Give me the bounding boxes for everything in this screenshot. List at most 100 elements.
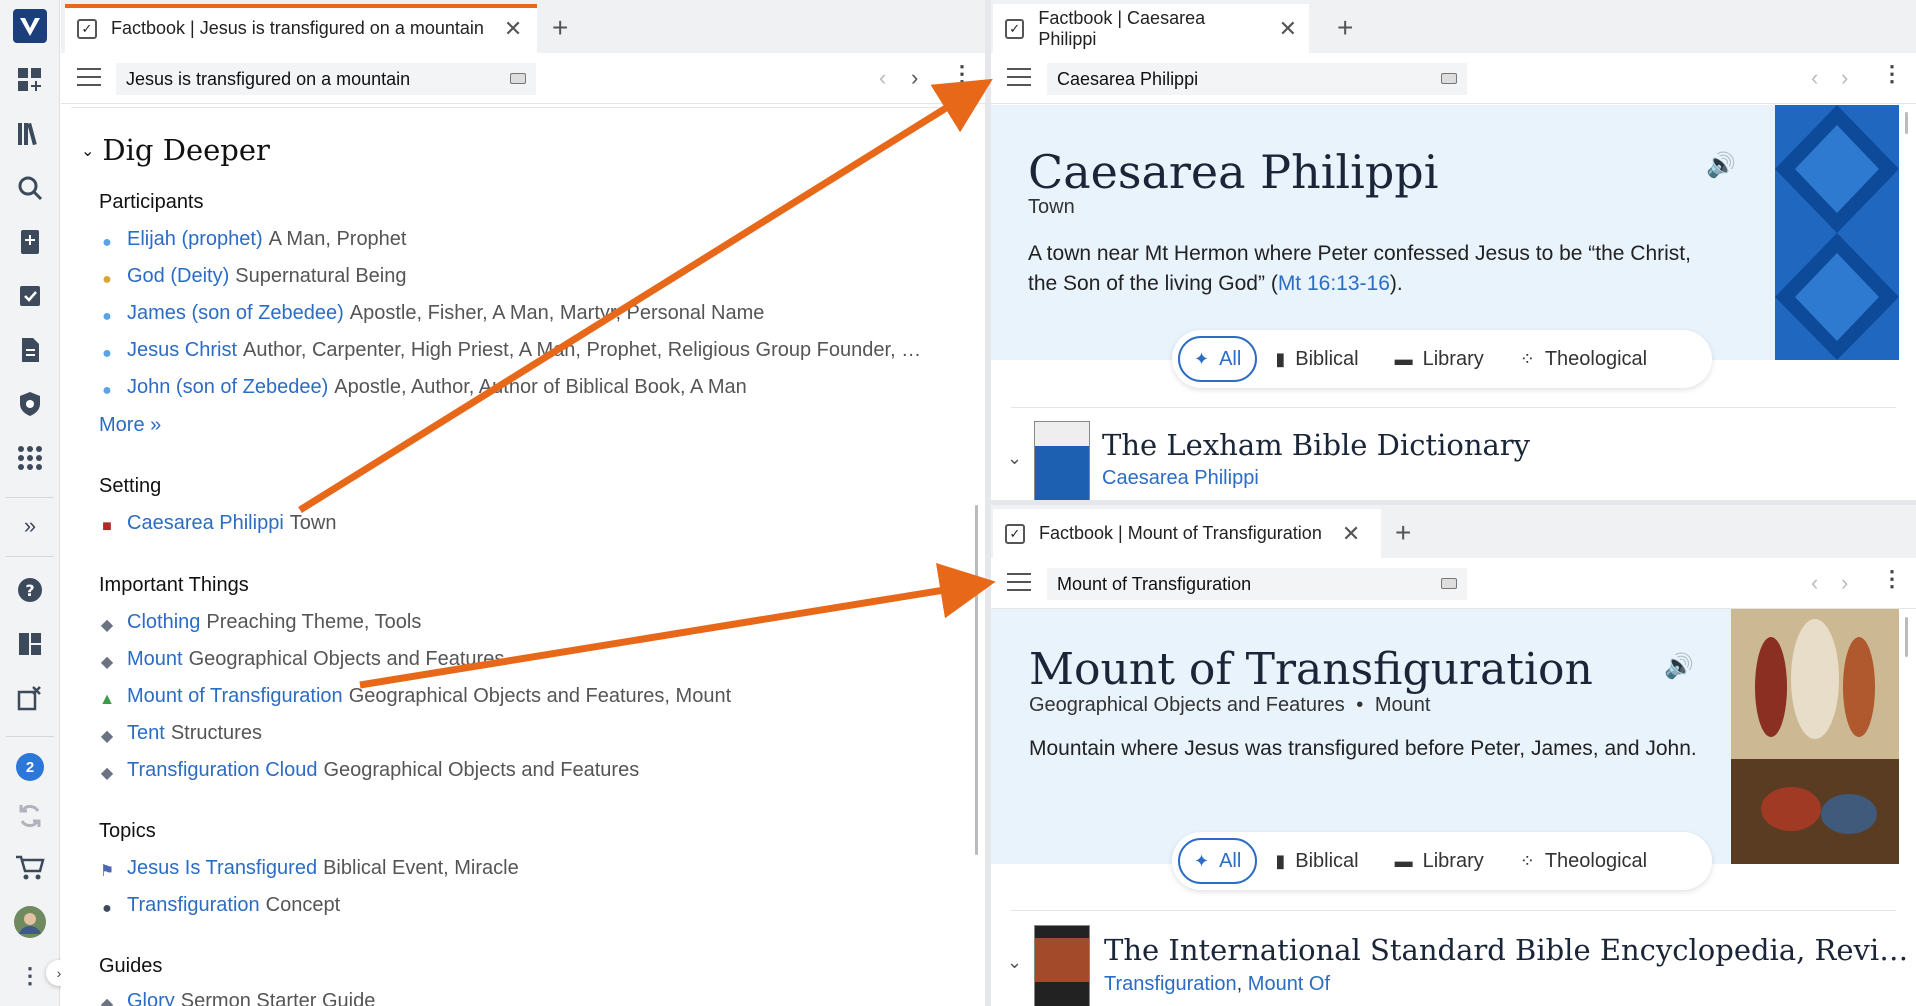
- filter-biblical[interactable]: ▮ Biblical: [1257, 336, 1376, 382]
- panel-menu-icon[interactable]: [1007, 65, 1031, 89]
- new-tab-icon[interactable]: +: [1337, 12, 1353, 44]
- tab-factbook-caesarea[interactable]: ✓ Factbook | Caesarea Philippi ✕: [993, 4, 1309, 53]
- speaker-icon[interactable]: 🔊: [1664, 652, 1694, 681]
- sync-icon[interactable]: [12, 798, 48, 834]
- list-item[interactable]: ◆ Mount Geographical Objects and Features: [99, 648, 504, 672]
- filter-theological[interactable]: ⁘ Theological: [1502, 336, 1665, 382]
- checklist-icon[interactable]: [12, 278, 48, 314]
- item-link[interactable]: Glory: [127, 990, 175, 1006]
- forward-icon[interactable]: ›: [911, 65, 918, 91]
- reference-box[interactable]: Mount of Transfiguration: [1047, 568, 1467, 600]
- filter-all[interactable]: ✦ All: [1178, 336, 1258, 382]
- reference-box[interactable]: Caesarea Philippi: [1047, 63, 1467, 95]
- panel-more-icon[interactable]: ⋮: [951, 63, 973, 85]
- tab-factbook-mount[interactable]: ✓ Factbook | Mount of Transfiguration ✕: [993, 509, 1381, 558]
- forward-icon[interactable]: ›: [1841, 65, 1848, 91]
- item-link[interactable]: Caesarea Philippi: [127, 512, 284, 534]
- filter-library[interactable]: ▬ Library: [1377, 838, 1502, 884]
- scrollbar[interactable]: [975, 505, 978, 855]
- list-item[interactable]: ● Jesus Christ Author, Carpenter, High Pri…: [99, 339, 921, 363]
- item-link[interactable]: Transfiguration: [127, 894, 260, 916]
- item-link[interactable]: Mount: [127, 648, 183, 670]
- item-link[interactable]: Mount of Transfiguration: [127, 685, 343, 707]
- new-tab-icon[interactable]: +: [1395, 517, 1411, 549]
- back-icon[interactable]: ‹: [1811, 65, 1818, 91]
- keyboard-icon[interactable]: [1441, 578, 1457, 589]
- keyboard-icon[interactable]: [1441, 73, 1457, 84]
- item-link[interactable]: Elijah (prophet): [127, 228, 263, 250]
- bible-plus-icon[interactable]: [12, 224, 48, 260]
- list-item[interactable]: ● John (son of Zebedee) Apostle, Author, A…: [99, 376, 747, 400]
- article-title: Caesarea Philippi: [1028, 145, 1439, 199]
- speaker-icon[interactable]: 🔊: [1706, 151, 1736, 180]
- notification-badge[interactable]: 2: [12, 749, 48, 785]
- scrollbar[interactable]: [1905, 617, 1908, 657]
- close-tab-icon[interactable]: ✕: [1342, 521, 1360, 547]
- list-item[interactable]: ▲ Mount of Transfiguration Geographical Ob…: [99, 685, 731, 709]
- resource-article-link[interactable]: Mount Of: [1248, 973, 1330, 995]
- close-layouts-icon[interactable]: [12, 680, 48, 716]
- list-item[interactable]: ● God (Deity) Supernatural Being: [99, 265, 406, 289]
- dig-deeper-heading[interactable]: ⌄ Dig Deeper: [81, 133, 270, 167]
- list-item[interactable]: ◆ Tent Structures: [99, 722, 262, 746]
- back-icon[interactable]: ‹: [1811, 570, 1818, 596]
- item-link[interactable]: John (son of Zebedee): [127, 376, 328, 398]
- back-icon[interactable]: ‹: [879, 65, 886, 91]
- list-item[interactable]: ● Elijah (prophet) A Man, Prophet: [99, 228, 406, 252]
- panel-menu-icon[interactable]: [77, 65, 101, 89]
- item-link[interactable]: Transfiguration Cloud: [127, 759, 317, 781]
- resource-article-link[interactable]: Transfiguration: [1104, 973, 1237, 995]
- filter-theological[interactable]: ⁘ Theological: [1502, 838, 1665, 884]
- panel-menu-icon[interactable]: [1007, 570, 1031, 594]
- dashboard-icon[interactable]: [12, 62, 48, 98]
- forward-icon[interactable]: ›: [1841, 570, 1848, 596]
- filter-biblical[interactable]: ▮ Biblical: [1257, 838, 1376, 884]
- expand-rail-icon[interactable]: »: [12, 508, 48, 544]
- document-icon[interactable]: [12, 332, 48, 368]
- item-link[interactable]: God (Deity): [127, 265, 229, 287]
- close-tab-icon[interactable]: ✕: [504, 16, 522, 42]
- close-tab-icon[interactable]: ✕: [1279, 16, 1297, 42]
- cart-icon[interactable]: [12, 850, 48, 886]
- logos-logo-icon[interactable]: [12, 8, 48, 44]
- reference-box[interactable]: Jesus is transfigured on a mountain: [116, 63, 536, 95]
- resource-article-link[interactable]: Caesarea Philippi: [1102, 467, 1259, 490]
- item-link[interactable]: Jesus Is Transfigured: [127, 857, 317, 879]
- apps-grid-icon[interactable]: [12, 440, 48, 476]
- list-item[interactable]: ● James (son of Zebedee) Apostle, Fisher, …: [99, 302, 764, 326]
- filter-label: Biblical: [1295, 849, 1359, 872]
- layout-icon[interactable]: [12, 626, 48, 662]
- rail-divider: [6, 736, 54, 737]
- item-link[interactable]: Clothing: [127, 611, 200, 633]
- keyboard-icon[interactable]: [510, 73, 526, 84]
- help-icon[interactable]: ?: [12, 572, 48, 608]
- shield-icon[interactable]: [12, 386, 48, 422]
- tab-factbook-transfigured[interactable]: ✓ Factbook | Jesus is transfigured on a …: [65, 4, 537, 53]
- item-link[interactable]: Tent: [127, 722, 165, 744]
- scrollbar[interactable]: [1905, 112, 1908, 134]
- list-item[interactable]: ● Transfiguration Concept: [99, 894, 340, 918]
- filter-all[interactable]: ✦ All: [1178, 838, 1258, 884]
- more-vertical-icon[interactable]: ⋮: [12, 958, 48, 994]
- setting-heading: Setting: [99, 475, 162, 497]
- list-item[interactable]: ■ Caesarea Philippi Town: [99, 512, 336, 536]
- panel-more-icon[interactable]: ⋮: [1881, 63, 1903, 85]
- list-item[interactable]: ⚑ Jesus Is Transfigured Biblical Event, Mi…: [99, 857, 519, 881]
- resource-row[interactable]: ⌄ The International Standard Bible Encyc…: [991, 917, 1916, 1006]
- item-link[interactable]: James (son of Zebedee): [127, 302, 344, 324]
- scripture-link[interactable]: Mt 16:13-16: [1278, 272, 1390, 295]
- user-avatar[interactable]: [12, 904, 48, 940]
- filter-library[interactable]: ▬ Library: [1377, 336, 1502, 382]
- chevron-down-icon[interactable]: ⌄: [1007, 952, 1022, 973]
- search-icon[interactable]: [12, 170, 48, 206]
- panel-more-icon[interactable]: ⋮: [1881, 568, 1903, 590]
- item-link[interactable]: Jesus Christ: [127, 339, 237, 361]
- library-icon[interactable]: [12, 116, 48, 152]
- resource-row[interactable]: ⌄ The Lexham Bible Dictionary Caesarea P…: [991, 415, 1916, 500]
- more-link[interactable]: More »: [99, 414, 161, 437]
- list-item[interactable]: ◆ Transfiguration Cloud Geographical Objec…: [99, 759, 639, 783]
- chevron-down-icon[interactable]: ⌄: [1007, 448, 1022, 469]
- new-tab-icon[interactable]: +: [552, 12, 568, 44]
- list-item[interactable]: ◆ Glory Sermon Starter Guide: [99, 990, 375, 1006]
- list-item[interactable]: ◆ Clothing Preaching Theme, Tools: [99, 611, 422, 635]
